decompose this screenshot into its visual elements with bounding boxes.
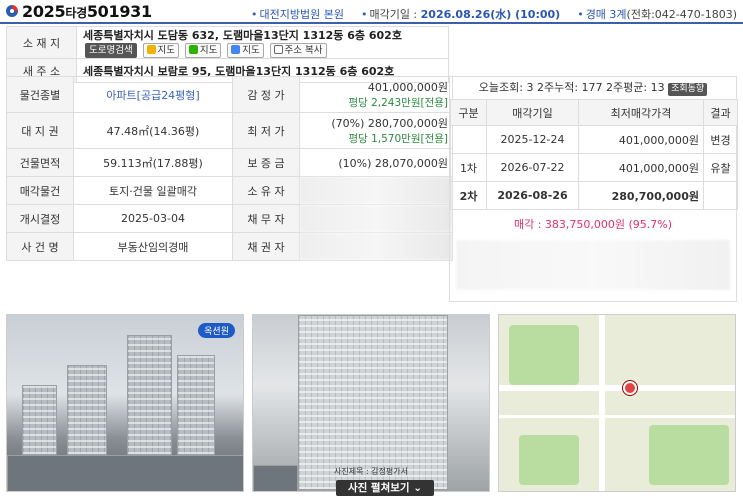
land-value: 47.48㎡(14.36평) xyxy=(73,112,233,149)
building-area-label: 건물면적 xyxy=(6,148,74,177)
photo-location-map[interactable] xyxy=(498,314,736,492)
bullet-icon: • xyxy=(360,8,368,21)
case-summary: • 대전지방법원 본원 • 매각기일 : 2026.08.26(水) (10:00)… xyxy=(251,6,737,22)
photo-caption: 사진제목 : 감정평가서 xyxy=(333,467,409,476)
auction-history-panel: 오늘조회: 3 2주누적: 177 2주평균: 13 조회동향 구분 매각기일 … xyxy=(449,76,738,302)
header-bar: 2025타경501931 • 대전지방법원 본원 • 매각기일 : 2026.08.… xyxy=(0,0,743,24)
sale-date: 2026.08.26(水) (10:00) xyxy=(420,8,561,21)
col-round: 구분 xyxy=(450,99,487,126)
creditor-label: 채 권 자 xyxy=(232,232,300,261)
owner-label: 소 유 자 xyxy=(232,176,300,205)
view-trend-button[interactable]: 조회동향 xyxy=(668,83,708,96)
map-daum-button[interactable]: 지도 xyxy=(142,43,180,58)
copy-address-button[interactable]: 주소 복사 xyxy=(269,43,327,58)
detail-table: 물건종별 아파트[공급24평형] 감 정 가 401,000,000원 평당 2,… xyxy=(6,76,453,261)
deposit-label: 보 증 금 xyxy=(232,148,300,177)
case-name-value: 부동산임의경매 xyxy=(73,232,233,261)
photo-unfold-button[interactable]: 사진 펼쳐보기 ⌄ xyxy=(336,480,434,496)
min-price-value: (70%) 280,700,000원 평당 1,570만원[전용] xyxy=(299,112,453,149)
dept-phone: (전화:042-470-1803) xyxy=(626,8,737,21)
auction1-logo: 옥션원 xyxy=(198,323,235,338)
location-label: 소 재 지 xyxy=(6,26,77,59)
case-name-label: 사 건 명 xyxy=(6,232,74,261)
sale-object-value: 토지·건물 일괄매각 xyxy=(73,176,233,205)
building-area-value: 59.113㎡(17.88평) xyxy=(73,148,233,177)
debtor-label: 채 무 자 xyxy=(232,204,300,233)
land-label: 대 지 권 xyxy=(6,112,74,149)
history-table: 구분 매각기일 최저매각가격 결과 2025-12-24 401,000,000… xyxy=(450,99,738,210)
chevron-down-icon: ⌄ xyxy=(413,482,423,494)
appraisal-value: 401,000,000원 평당 2,243만원[전용] xyxy=(299,76,453,113)
google-icon xyxy=(231,45,241,54)
col-date: 매각기일 xyxy=(486,99,579,126)
open-decision-value: 2025-03-04 xyxy=(73,204,233,233)
col-price: 최저매각가격 xyxy=(578,99,704,126)
photo-apartment-facade[interactable]: 사진제목 : 감정평가서 xyxy=(252,314,490,492)
case-number: 2025타경501931 xyxy=(22,2,152,21)
address-table: 소 재 지 세종특별자치시 도담동 632, 도램마을13단지 1312동 6층… xyxy=(6,26,449,83)
court-name[interactable]: 대전지방법원 본원 xyxy=(259,8,343,21)
col-result: 결과 xyxy=(703,99,738,126)
owner-value-blurred xyxy=(299,176,453,205)
history-row: 1차 2026-07-22 401,000,000원 유찰 xyxy=(450,153,738,182)
blurred-notes xyxy=(456,240,730,290)
type-label: 물건종별 xyxy=(6,76,74,113)
appraisal-label: 감 정 가 xyxy=(232,76,300,113)
auction-dept: 경매 3계 xyxy=(585,8,627,21)
history-row: 2차 2026-08-26 280,700,000원 xyxy=(450,181,738,210)
debtor-value-blurred xyxy=(299,204,453,233)
road-search-button[interactable]: 도로명검색 xyxy=(85,43,137,58)
court-logo-icon xyxy=(6,5,18,17)
daum-icon xyxy=(146,45,156,54)
view-stats: 오늘조회: 3 2주누적: 177 2주평균: 13 조회동향 xyxy=(450,77,736,99)
bullet-icon: • xyxy=(250,8,258,21)
deposit-value: (10%) 28,070,000원 xyxy=(299,148,453,177)
sale-date-label: 매각기일 : xyxy=(369,8,418,21)
open-decision-label: 개시결정 xyxy=(6,204,74,233)
location-value: 세종특별자치시 도담동 632, 도램마을13단지 1312동 6층 602호 … xyxy=(76,26,449,59)
sale-object-label: 매각물건 xyxy=(6,176,74,205)
sale-result: 매각 : 383,750,000원 (95.7%) xyxy=(513,218,673,231)
creditor-value-blurred xyxy=(299,232,453,261)
photo-exterior-street[interactable]: 옥션원 xyxy=(6,314,244,492)
type-value: 아파트[공급24평형] xyxy=(73,76,233,113)
naver-icon xyxy=(188,45,198,54)
copy-icon xyxy=(273,45,283,54)
min-price-label: 최 저 가 xyxy=(232,112,300,149)
history-row: 2025-12-24 401,000,000원 변경 xyxy=(450,125,738,154)
map-google-button[interactable]: 지도 xyxy=(227,43,264,58)
bullet-icon: • xyxy=(577,8,584,21)
map-naver-button[interactable]: 지도 xyxy=(184,43,222,58)
location-marker-icon xyxy=(623,381,637,395)
